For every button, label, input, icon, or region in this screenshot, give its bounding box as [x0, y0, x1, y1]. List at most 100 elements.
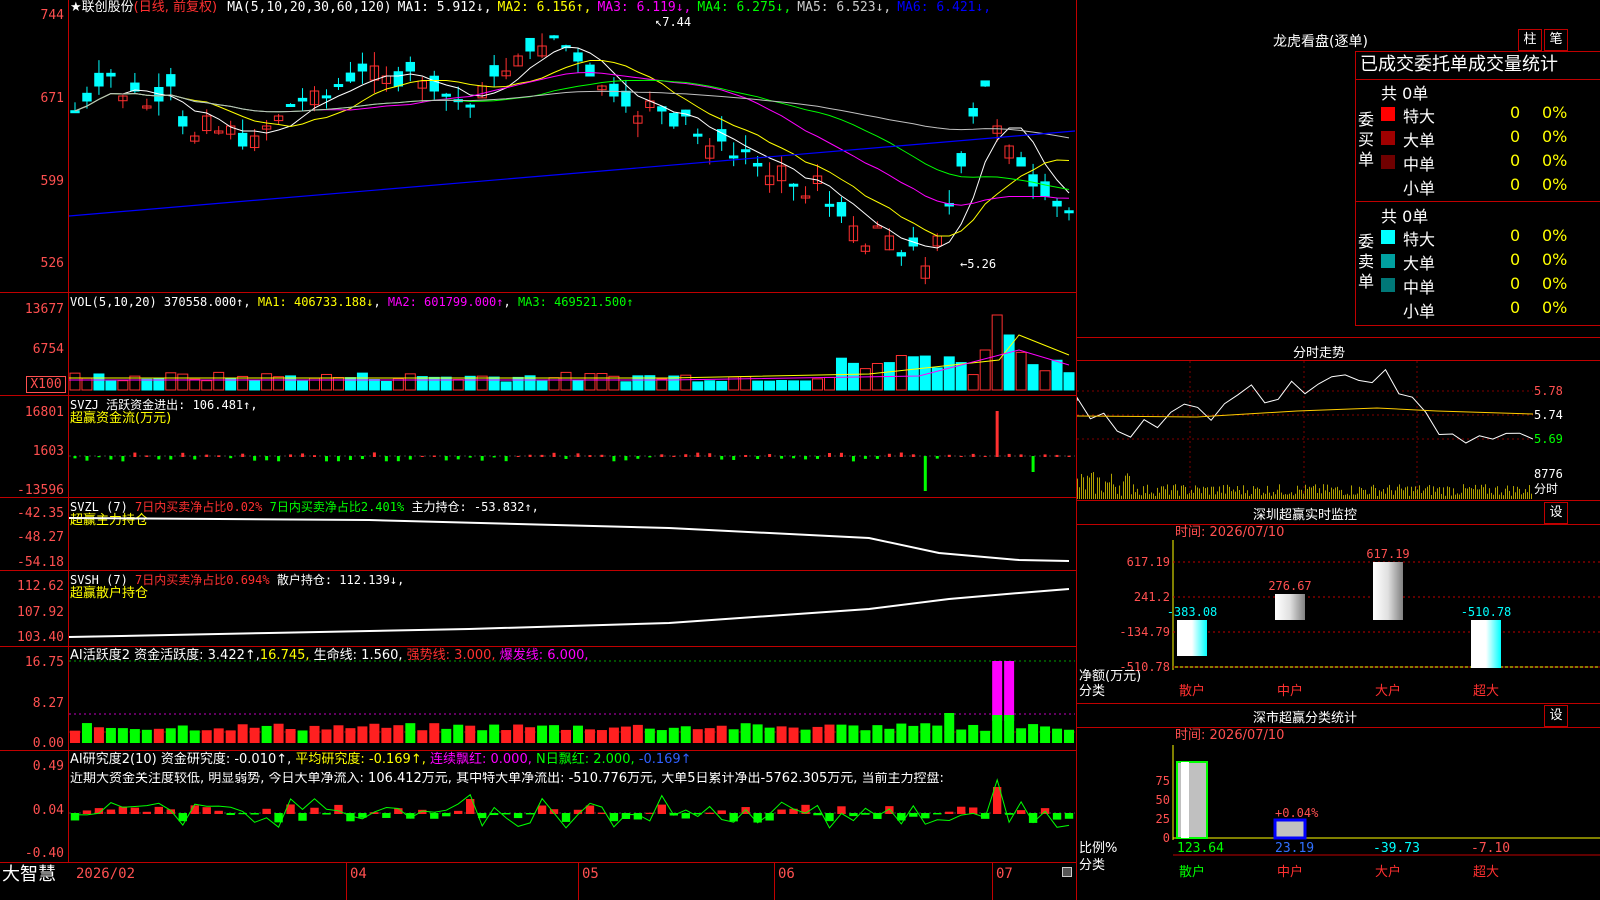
flow-bar — [277, 456, 281, 462]
longhu-bar-button[interactable]: 柱 — [1518, 29, 1542, 51]
kline-candle — [94, 72, 104, 87]
intraday-volume-bar — [1095, 493, 1096, 499]
date-label-3: 06 — [778, 866, 795, 882]
intraday-volume-bar — [1269, 492, 1270, 499]
intraday-volume-bar — [1173, 485, 1174, 499]
activity-bar — [632, 724, 643, 743]
intraday-volume-bar — [1105, 481, 1106, 499]
order-size-label: 特大 — [1403, 230, 1436, 249]
right-panel: 龙虎看盘(逐单) 柱 笔 已成交委托单成交量统计 共 0单 委买单 特大 0 0% 大… — [1077, 0, 1600, 900]
intraday-volume-bar — [1479, 489, 1480, 499]
activity-bar — [848, 725, 859, 743]
intraday-volume-bar — [1077, 478, 1078, 499]
activity-bar — [680, 726, 691, 743]
order-count: 0 — [1510, 175, 1521, 194]
volume-bar — [356, 372, 368, 391]
intraday-volume-bar — [1347, 493, 1348, 499]
research-bar — [250, 813, 259, 815]
intraday-volume-bar — [1459, 494, 1460, 499]
kline-candle — [693, 133, 703, 137]
order-count: 0 — [1510, 127, 1521, 146]
intraday-volume-bar — [1169, 494, 1170, 499]
price-axis-599: 599 — [40, 174, 64, 189]
intraday-volume-bar — [1225, 493, 1226, 499]
ai2-axis-mid: 0.04 — [32, 803, 64, 818]
sz-class-settings-button[interactable]: 设 — [1544, 705, 1568, 727]
kline-candle — [896, 252, 907, 257]
kline-candle — [393, 71, 404, 87]
intraday-volume-bar — [1257, 487, 1258, 499]
intraday-volume-bar — [1141, 495, 1142, 499]
intraday-volume-bar — [1123, 481, 1124, 499]
flow-bar — [576, 453, 580, 457]
flow-bar — [1031, 456, 1035, 472]
kline-candle — [788, 183, 799, 187]
order-pct: 0% — [1542, 175, 1568, 194]
flow-bar — [492, 456, 496, 458]
flow-bar — [899, 452, 903, 457]
vol-ma3: MA3: 469521.500↑ — [517, 295, 634, 309]
intraday-volume-bar — [1275, 494, 1276, 499]
flow-bar — [983, 455, 987, 457]
chart-area[interactable]: ★联创股份(日线, 前复权) MA(5,10,20,30,60,120) MA1:… — [0, 0, 1077, 900]
intraday-volume-bar — [1289, 493, 1290, 499]
kline-chart[interactable] — [69, 16, 1075, 292]
intraday-volume-bar — [1427, 486, 1428, 499]
activity-bar — [453, 724, 464, 743]
activity-bar — [477, 730, 488, 743]
longhu-stroke-button[interactable]: 笔 — [1544, 29, 1568, 51]
intraday-volume-bar — [1401, 488, 1402, 499]
intraday-volume-bar — [1249, 495, 1250, 499]
intraday-volume-bar — [1251, 493, 1252, 499]
research-bar — [945, 811, 954, 814]
intraday-volume-bar — [1085, 489, 1086, 499]
kline-candle — [1028, 174, 1038, 187]
axis-tick-label: 0 — [1163, 831, 1170, 845]
intraday-volume-bar — [1135, 492, 1136, 499]
sz-monitor-settings-button[interactable]: 设 — [1544, 502, 1568, 524]
research-bar — [82, 810, 92, 814]
monitor-ylabel: 净额(万元) — [1079, 669, 1141, 684]
order-color-swatch — [1381, 230, 1395, 244]
activity-bar — [692, 729, 703, 743]
flow-bar — [348, 456, 352, 460]
intraday-volume-bar — [1177, 490, 1178, 499]
scroll-lock-icon[interactable] — [1062, 867, 1072, 877]
research-bar — [1016, 810, 1026, 814]
intraday-chart[interactable] — [1077, 361, 1533, 499]
intraday-volume-bar — [1489, 488, 1490, 499]
intraday-volume-bar — [1203, 486, 1204, 499]
intraday-volume-bar — [1531, 493, 1532, 499]
kline-candle — [573, 52, 583, 62]
intraday-volume-bar — [1097, 477, 1098, 499]
volume-bar — [596, 373, 608, 391]
intraday-volume-bar — [1197, 487, 1198, 499]
intraday-volume-bar — [1301, 489, 1302, 499]
intraday-volume-bar — [1511, 495, 1512, 499]
intraday-volume-bar — [1247, 490, 1248, 499]
kline-candle — [824, 203, 835, 207]
intraday-price-line — [1077, 368, 1533, 444]
flow-bar — [205, 454, 209, 457]
price-axis-744: 744 — [40, 8, 64, 23]
flow-bar — [504, 456, 508, 462]
flow-bar — [193, 456, 197, 460]
intraday-volume-bar — [1133, 484, 1134, 499]
volume-bar — [105, 380, 117, 391]
svzl-axis-bot: -54.18 — [17, 555, 64, 570]
flow-bar — [145, 455, 149, 457]
intraday-volume-bar — [1315, 484, 1316, 499]
research-bar — [537, 805, 547, 814]
volume-bar — [189, 378, 201, 391]
intraday-volume-bar — [1087, 475, 1088, 499]
volume-bar — [213, 371, 225, 391]
research-bar — [705, 812, 714, 814]
research-bar — [382, 813, 391, 818]
stock-title: ★联创股份(日线, 前复权) MA(5,10,20,30,60,120) MA1:… — [70, 1, 991, 15]
svsh-chart — [69, 588, 1070, 638]
activity-bar — [213, 728, 224, 743]
intraday-volume-bar — [1227, 484, 1228, 499]
flow-bar — [911, 454, 915, 457]
intraday-volume-bar — [1307, 488, 1308, 499]
ma-line — [69, 130, 1075, 217]
